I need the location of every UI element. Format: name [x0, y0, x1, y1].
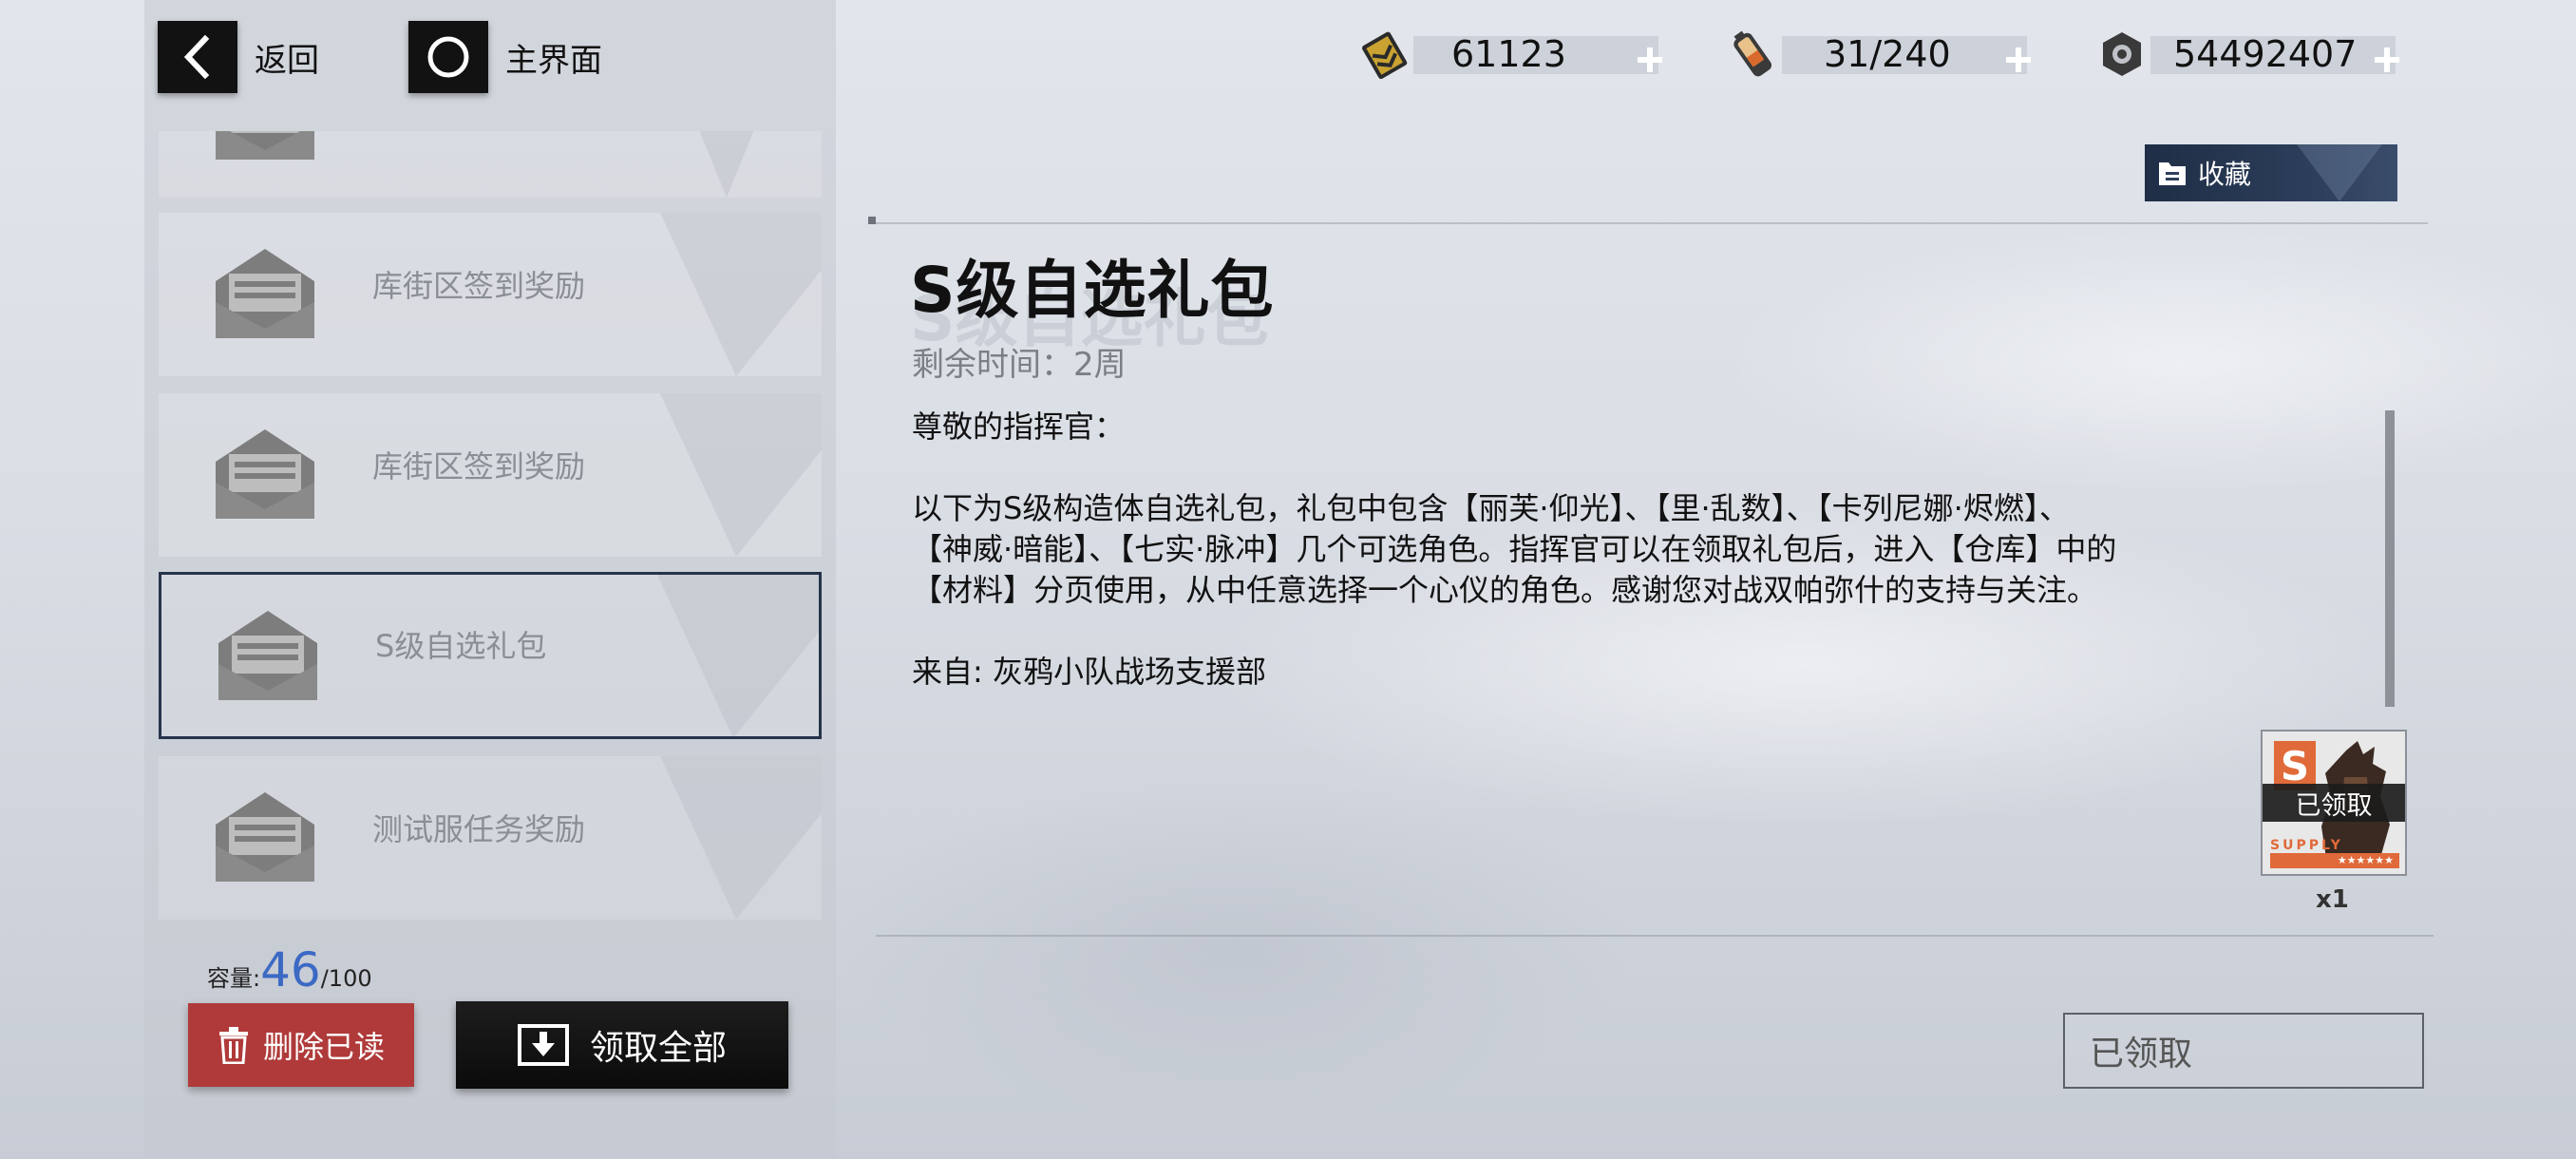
scrollbar[interactable] — [2385, 410, 2395, 707]
envelope-icon — [218, 611, 317, 700]
home-label: 主界面 — [505, 41, 602, 80]
currency-value: 31/240 — [1824, 33, 1951, 75]
add-ticket-button[interactable] — [1636, 32, 1664, 87]
mail-item-title: S级自选礼包 — [375, 628, 547, 664]
mail-item-title: 测试服任务奖励 — [372, 811, 586, 847]
back-label: 返回 — [255, 41, 319, 80]
envelope-icon — [216, 429, 314, 519]
envelope-icon — [216, 792, 314, 882]
add-stamina-button[interactable] — [2004, 32, 2033, 87]
envelope-icon — [216, 249, 314, 338]
supply-label: SUPPLY — [2270, 838, 2343, 853]
remaining-time: 剩余时间：2周 — [912, 346, 1127, 384]
mail-body: 尊敬的指挥官： 以下为S级构造体自选礼包，礼包中包含【丽芙·仰光】、【里·乱数】… — [912, 407, 2375, 693]
plus-icon — [2375, 48, 2399, 72]
divider — [876, 935, 2434, 937]
capacity-label: 容量: — [207, 965, 261, 992]
mail-list-item[interactable]: 库街区签到奖励 — [159, 213, 822, 376]
mail-sender: 来自: 灰鸦小队战场支援部 — [912, 654, 1266, 690]
mail-content: 以下为S级构造体自选礼包，礼包中包含【丽芙·仰光】、【里·乱数】、【卡列尼娜·烬… — [912, 490, 2117, 608]
mail-item-title: 库街区签到奖励 — [372, 448, 586, 484]
delete-read-label: 删除已读 — [262, 1029, 385, 1065]
battery-icon — [1725, 27, 1782, 82]
reward-claimed-tag: 已领取 — [2263, 784, 2405, 822]
favorite-button[interactable]: 收藏 — [2145, 144, 2397, 201]
currency-value: 61123 — [1451, 33, 1566, 75]
currency-stamina: 31/240 — [1725, 27, 1951, 82]
triangle-decoration — [2297, 144, 2382, 201]
home-circle-icon — [408, 21, 488, 93]
triangle-decoration — [660, 756, 822, 920]
divider-marker — [868, 217, 876, 224]
delete-read-button[interactable]: 删除已读 — [188, 1003, 414, 1087]
capacity-max: /100 — [320, 965, 372, 992]
triangle-decoration — [699, 131, 754, 198]
reward-item[interactable]: S 已领取 SUPPLY ★★★★★★ — [2261, 730, 2407, 876]
plus-icon — [2006, 48, 2031, 72]
mail-list-item[interactable]: 测试服任务奖励 — [159, 756, 822, 920]
claimed-button[interactable]: 已领取 — [2063, 1013, 2424, 1089]
currency-coin: 54492407 — [2093, 27, 2357, 82]
download-icon — [517, 1024, 569, 1066]
folder-icon — [2159, 162, 2186, 185]
add-coin-button[interactable] — [2373, 32, 2401, 87]
claim-all-button[interactable]: 领取全部 — [456, 1001, 788, 1089]
back-button[interactable]: 返回 — [158, 21, 319, 93]
triangle-decoration — [660, 393, 822, 557]
mail-capacity: 容量: 46 /100 — [207, 946, 372, 994]
mail-list-item-selected[interactable]: S级自选礼包 — [159, 572, 822, 739]
envelope-icon — [216, 131, 314, 160]
divider — [872, 222, 2428, 224]
mail-greeting: 尊敬的指挥官： — [912, 408, 1126, 445]
plus-icon — [1638, 48, 1662, 72]
reward-count: x1 — [2316, 885, 2349, 914]
back-arrow-icon — [158, 21, 237, 93]
home-button[interactable]: 主界面 — [408, 21, 602, 93]
currency-value: 54492407 — [2173, 33, 2358, 75]
currency-ticket: 61123 — [1356, 27, 1566, 82]
mail-list[interactable]: 库街区签到奖励 库街区签到奖励 S级自选礼包 测试服任务奖励 — [159, 131, 822, 922]
star-rating: ★★★★★★ — [2270, 853, 2399, 868]
triangle-decoration — [657, 575, 819, 736]
favorite-label: 收藏 — [2198, 159, 2252, 190]
trash-icon — [218, 1027, 248, 1064]
ticket-icon — [1356, 27, 1413, 82]
mail-list-item[interactable] — [159, 131, 822, 198]
mail-title: S级自选礼包 — [910, 254, 1275, 327]
hex-nut-icon — [2093, 27, 2150, 82]
triangle-decoration — [660, 213, 822, 376]
capacity-value: 46 — [260, 942, 321, 998]
claim-all-label: 领取全部 — [589, 1029, 727, 1068]
mail-item-title: 库街区签到奖励 — [372, 268, 586, 304]
mail-list-item[interactable]: 库街区签到奖励 — [159, 393, 822, 557]
